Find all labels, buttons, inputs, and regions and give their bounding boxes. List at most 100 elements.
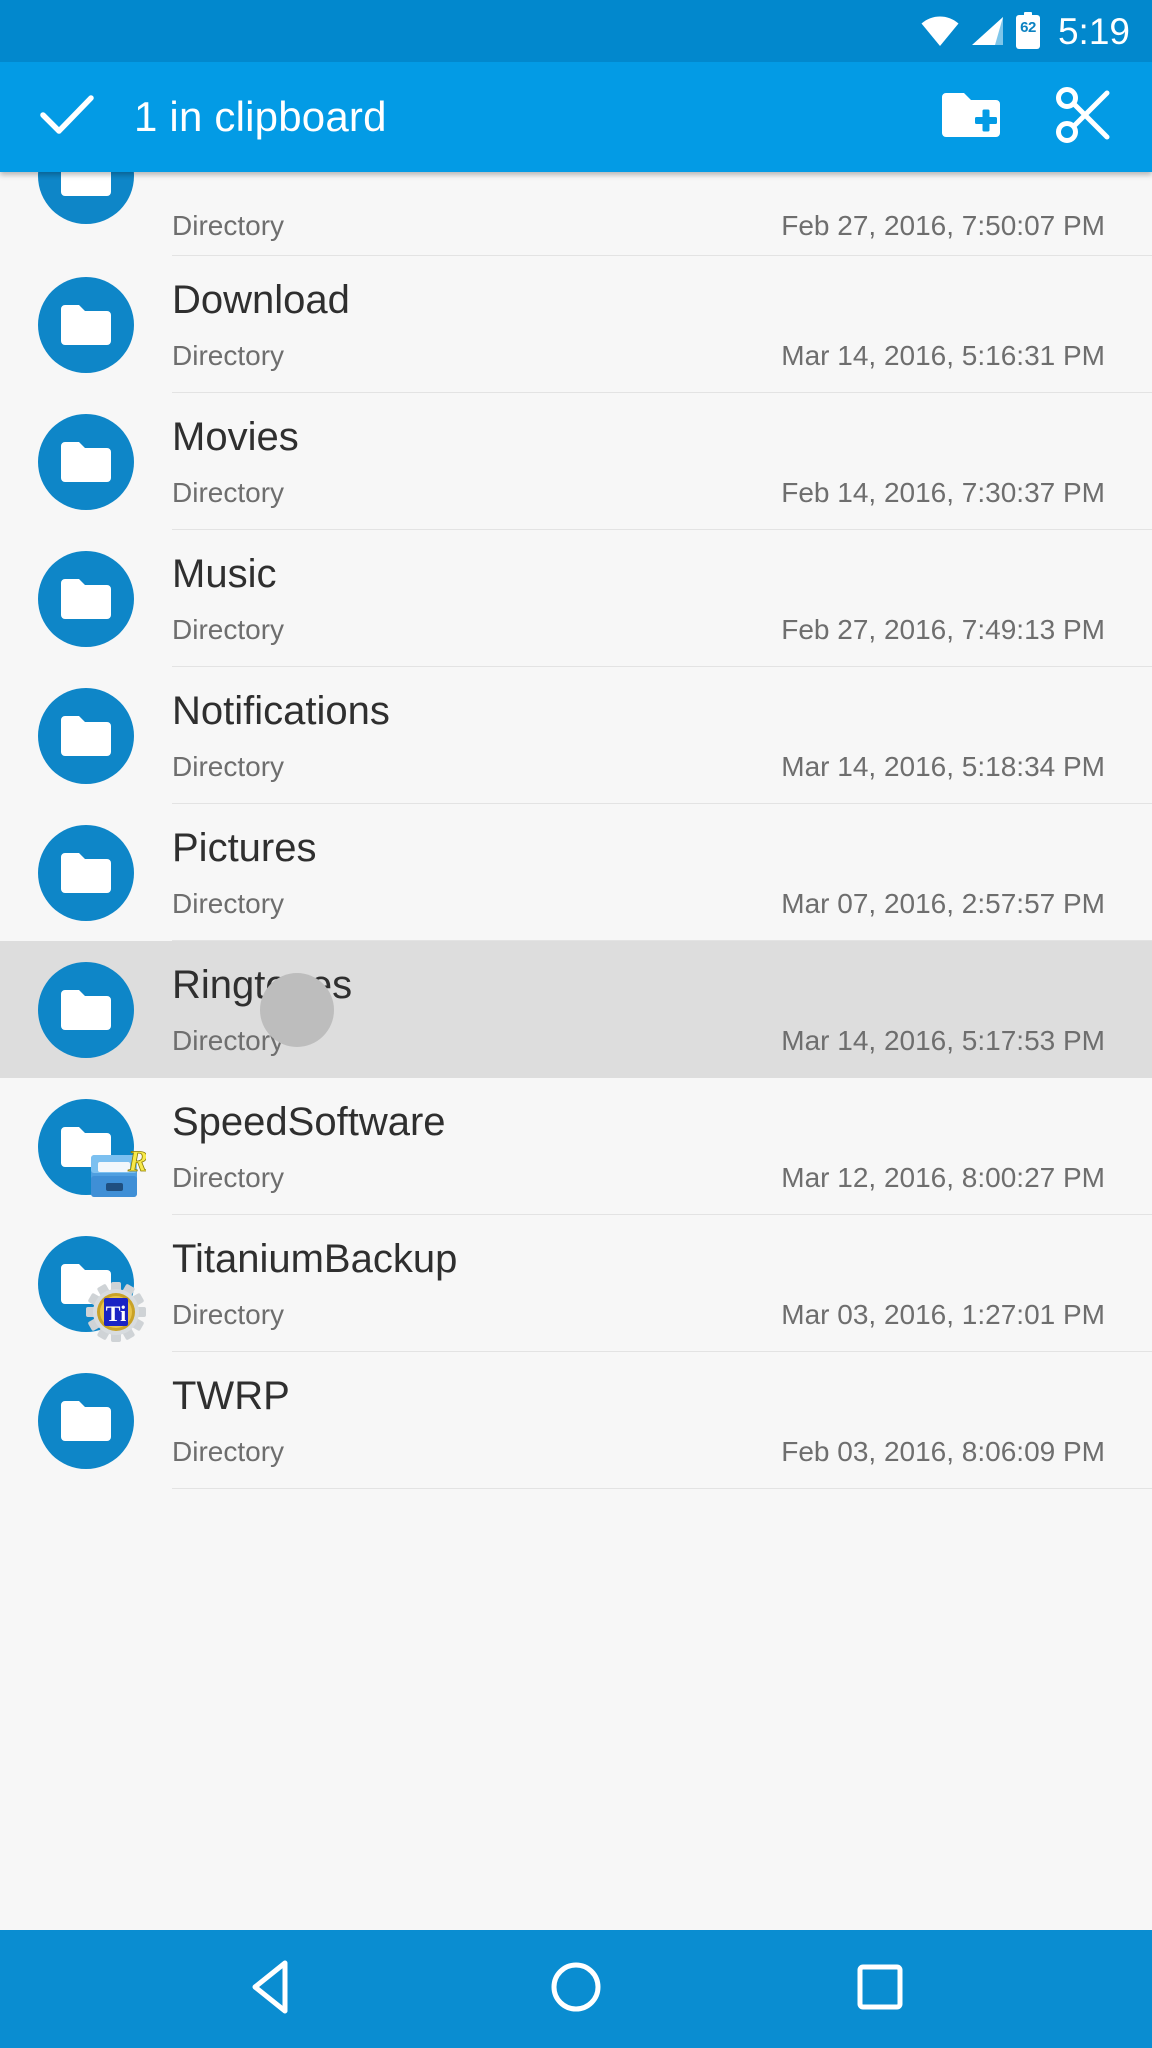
nav-recents-button[interactable] [832, 1941, 928, 2037]
home-circle-icon [549, 1960, 603, 2019]
android-screen: 62 5:19 1 in clipboard [0, 0, 1152, 2048]
nav-home-button[interactable] [528, 1941, 624, 2037]
wifi-icon [921, 16, 959, 46]
file-type-label: Directory [172, 342, 284, 370]
row-divider [172, 1488, 1152, 1489]
file-icon-wrapper: Ti [0, 1215, 172, 1352]
file-name: SpeedSoftware [172, 1102, 1105, 1142]
back-triangle-icon [247, 1959, 297, 2020]
file-modified-date: Mar 12, 2016, 8:00:27 PM [781, 1164, 1105, 1192]
cellular-signal-icon [970, 16, 1004, 46]
file-modified-date: Feb 27, 2016, 7:49:13 PM [781, 616, 1105, 644]
file-name: TWRP [172, 1376, 1105, 1416]
file-row[interactable]: Movies Directory Feb 14, 2016, 7:30:37 PM [0, 393, 1152, 530]
file-meta-line: DirectoryMar 07, 2016, 2:57:57 PM [172, 890, 1105, 918]
file-type-label: Directory [172, 1027, 284, 1055]
recents-square-icon [855, 1962, 905, 2017]
status-bar-clock: 5:19 [1058, 13, 1130, 50]
app-bar: 1 in clipboard [0, 62, 1152, 172]
file-row[interactable]: TWRP Directory Feb 03, 2016, 8:06:09 PM [0, 1352, 1152, 1489]
app-bar-title: 1 in clipboard [134, 93, 938, 141]
file-icon-wrapper [0, 530, 172, 667]
folder-icon [38, 172, 134, 224]
cut-button[interactable] [1052, 84, 1118, 150]
file-row-text: Directory Feb 27, 2016, 7:50:07 PM [172, 172, 1152, 256]
file-row[interactable]: Download Directory Mar 14, 2016, 5:16:31 P… [0, 256, 1152, 393]
file-icon-wrapper [0, 941, 172, 1078]
new-folder-icon [940, 89, 1002, 146]
nav-back-button[interactable] [224, 1941, 320, 2037]
file-meta-line: Directory Feb 27, 2016, 7:50:07 PM [172, 212, 1105, 240]
file-type-label: Directory [172, 479, 284, 507]
folder-icon [38, 551, 134, 647]
file-row[interactable]: Notifications DirectoryMar 14, 2016, 5:18… [0, 667, 1152, 804]
file-row-text: Download Directory Mar 14, 2016, 5:16:31 P… [172, 256, 1152, 393]
file-name: Ringtones [172, 965, 1105, 1005]
battery-icon: 62 [1015, 12, 1041, 50]
folder-icon [38, 414, 134, 510]
file-row-text: SpeedSoftware Directory Mar 12, 2016, 8:00… [172, 1078, 1152, 1215]
file-name: Notifications [172, 691, 1105, 731]
file-row[interactable]: Ti TitaniumBackup Directory Mar 03, 2016, 1… [0, 1215, 1152, 1352]
file-row[interactable]: R SpeedSoftware Directory Mar 12, 2016, 8:0… [0, 1078, 1152, 1215]
file-modified-date: Mar 14, 2016, 5:18:34 PM [781, 753, 1105, 781]
folder-icon [38, 825, 134, 921]
file-modified-date: Mar 07, 2016, 2:57:57 PM [781, 890, 1105, 918]
file-type-label: Directory [172, 616, 284, 644]
file-meta-line: Directory Mar 03, 2016, 1:27:01 PM [172, 1301, 1105, 1329]
status-bar: 62 5:19 [0, 0, 1152, 62]
titanium-backup-badge-icon: Ti [86, 1282, 146, 1342]
file-meta-line: Directory Mar 14, 2016, 5:16:31 PM [172, 342, 1105, 370]
file-modified-date: Mar 14, 2016, 5:17:53 PM [781, 1027, 1105, 1055]
svg-text:R: R [127, 1145, 146, 1178]
folder-icon [38, 688, 134, 784]
file-icon-wrapper [0, 1352, 172, 1489]
file-name: TitaniumBackup [172, 1239, 1105, 1279]
file-modified-date: Feb 03, 2016, 8:06:09 PM [781, 1438, 1105, 1466]
file-row[interactable]: Music Directory Feb 27, 2016, 7:49:13 PM [0, 530, 1152, 667]
file-type-label: Directory [172, 212, 284, 240]
battery-level-text: 62 [1015, 20, 1041, 35]
file-name: Music [172, 554, 1105, 594]
folder-icon [38, 962, 134, 1058]
file-name: Movies [172, 417, 1105, 457]
svg-text:Ti: Ti [106, 1301, 126, 1326]
file-type-label: Directory [172, 1164, 284, 1192]
file-row[interactable]: Ringtones Directory Mar 14, 2016, 5:17:53 … [0, 941, 1152, 1078]
file-row[interactable]: Directory Feb 27, 2016, 7:50:07 PM [0, 172, 1152, 256]
navigation-bar [0, 1930, 1152, 2048]
file-meta-line: Directory Feb 27, 2016, 7:49:13 PM [172, 616, 1105, 644]
check-icon [40, 94, 94, 141]
file-icon-wrapper [0, 393, 172, 530]
file-meta-line: Directory Mar 14, 2016, 5:17:53 PM [172, 1027, 1105, 1055]
file-row-text: TWRP Directory Feb 03, 2016, 8:06:09 PM [172, 1352, 1152, 1489]
file-icon-wrapper [0, 804, 172, 941]
file-list[interactable]: Directory Feb 27, 2016, 7:50:07 PM Downloa… [0, 172, 1152, 1930]
file-row-text: Notifications DirectoryMar 14, 2016, 5:18… [172, 667, 1152, 804]
file-row-text: Movies Directory Feb 14, 2016, 7:30:37 PM [172, 393, 1152, 530]
folder-icon: Ti [38, 1236, 134, 1332]
file-meta-line: Directory Feb 03, 2016, 8:06:09 PM [172, 1438, 1105, 1466]
app-bar-actions [938, 84, 1118, 150]
file-type-label: Directory [172, 1301, 284, 1329]
file-modified-date: Feb 14, 2016, 7:30:37 PM [781, 479, 1105, 507]
file-name: Pictures [172, 828, 1105, 868]
file-icon-wrapper [0, 256, 172, 393]
file-row-text: Ringtones Directory Mar 14, 2016, 5:17:53 … [172, 941, 1152, 1078]
file-row[interactable]: Pictures DirectoryMar 07, 2016, 2:57:57 P… [0, 804, 1152, 941]
file-icon-wrapper [0, 667, 172, 804]
file-type-label: Directory [172, 1438, 284, 1466]
file-modified-date: Mar 14, 2016, 5:16:31 PM [781, 342, 1105, 370]
file-meta-line: Directory Feb 14, 2016, 7:30:37 PM [172, 479, 1105, 507]
file-modified-date: Mar 03, 2016, 1:27:01 PM [781, 1301, 1105, 1329]
root-explorer-badge-icon: R [86, 1145, 146, 1205]
folder-icon: R [38, 1099, 134, 1195]
new-folder-button[interactable] [938, 84, 1004, 150]
file-icon-wrapper: R [0, 1078, 172, 1215]
folder-icon [38, 1373, 134, 1469]
file-modified-date: Feb 27, 2016, 7:50:07 PM [781, 212, 1105, 240]
confirm-selection-button[interactable] [36, 86, 98, 148]
file-row-text: Music Directory Feb 27, 2016, 7:49:13 PM [172, 530, 1152, 667]
file-name: Download [172, 280, 1105, 320]
file-meta-line: DirectoryMar 14, 2016, 5:18:34 PM [172, 753, 1105, 781]
